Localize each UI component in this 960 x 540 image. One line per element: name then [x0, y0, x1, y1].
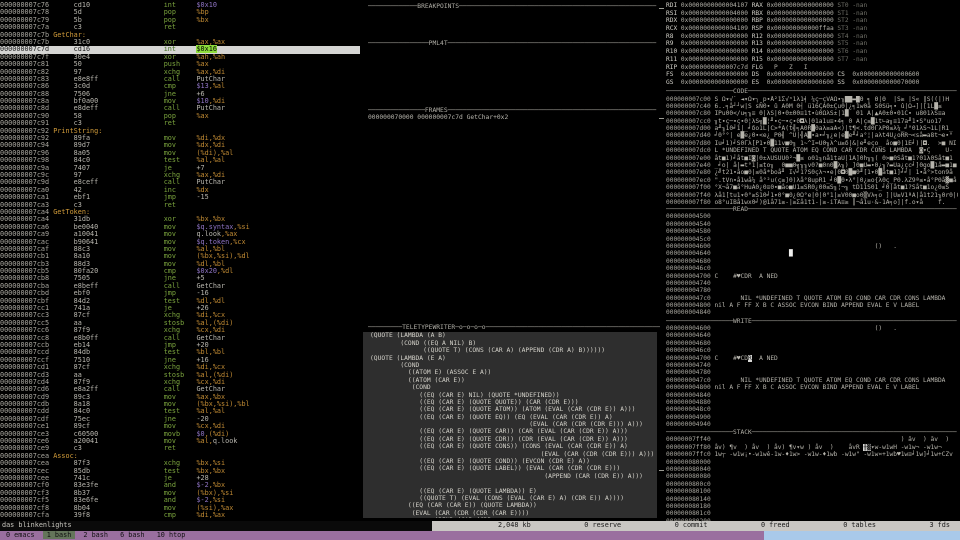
- write-header: ──────────────────WRITE─────────────────…: [666, 317, 957, 325]
- read-memory-panel[interactable]: 000000004500 000000004540 000000004580 0…: [666, 213, 958, 316]
- register-row: RSI 0x0000000000004000 RBX 0x00000000000…: [666, 9, 920, 17]
- register-row: FS 0x0000000000000000 DS 0x0000000000000…: [666, 71, 920, 79]
- breakpoints-header: ─────────────BREAKPOINTS────────────────…: [368, 2, 657, 10]
- scrollbar-tick: [659, 118, 664, 119]
- register-row: R10 0x0000000000000000 R14 0x00000000000…: [666, 48, 920, 56]
- tmux-window-tab[interactable]: 10 htop: [153, 531, 190, 539]
- registers-panel[interactable]: RDI 0x0000000000004107 RAX 0x00000000000…: [666, 2, 958, 87]
- disassembly-panel[interactable]: 000000007c76 cd10 int $0x10 000000007c78 …: [0, 2, 360, 519]
- teletypewriter-header: ─────────TELETYPEWRITER─o─o─o─o─────────…: [368, 324, 660, 332]
- tmux-window-tab[interactable]: 6 bash: [116, 531, 149, 539]
- register-row: GS 0x0000000000000000 ES 0x0000000000000…: [666, 78, 920, 86]
- register-row: R11 0x0000000000000000 R15 0x00000000000…: [666, 55, 920, 63]
- tmux-session-info: nightmare | 0.75 0.36 0.18 | Mon 5:59 pm: [763, 530, 960, 540]
- status-item: 0 commit: [674, 521, 708, 529]
- register-row: RIP 0x0000000000007c7d FLG P Z I: [666, 63, 834, 71]
- disasm-row: 000000007cfa 39f8 cmp %di,%ax: [0, 510, 226, 519]
- status-item: 0 reserve: [584, 521, 622, 529]
- status-item: 3 fds: [929, 521, 950, 529]
- app-title: das blinkenlights: [0, 521, 432, 531]
- tmux-window-tab[interactable]: 1 bash: [42, 530, 76, 539]
- frame-entry[interactable]: 000000070000 000000007c7d GetChar+0x2: [368, 114, 660, 121]
- register-row: R9 0x0000000000000000 R13 0x000000000000…: [666, 40, 920, 48]
- code-header: ──────────────────CODE──────────────────…: [666, 88, 957, 95]
- scrollbar-tick: [659, 470, 664, 471]
- stack-memory-panel[interactable]: 00000007ff40 ) åv ) åv ) 00000007ff80 åv)…: [666, 436, 958, 525]
- blinkenlights-screen: 000000007c76 cd10 int $0x10 000000007c78 …: [0, 0, 960, 540]
- teletypewriter-panel[interactable]: (QUOTE (LAMBDA (A B) (COND ((EQ A NIL) B…: [363, 332, 657, 519]
- tmux-status-bar: 0 emacs 1 bash 2 bash 6 bash 10 htop nig…: [0, 530, 960, 540]
- status-item: 2,048 kb: [498, 521, 531, 529]
- code-memory-panel[interactable]: 000000007c00 S Ω▾√` ◄▾Ω▾┐ p∙Å²1Σ√ⁿ1λ1╡ ¼…: [666, 96, 958, 207]
- tmux-window-tab[interactable]: 0 emacs: [2, 531, 39, 539]
- status-item: 0 freed: [760, 521, 790, 529]
- register-row: RDI 0x0000000000004107 RAX 0x00000000000…: [666, 2, 920, 9]
- read-header: ──────────────────READ──────────────────…: [666, 206, 957, 213]
- frames-header: ───────────────FRAMES───────────────────…: [368, 106, 657, 114]
- memory-stats: 2,048 kb 0 reserve 0 commit 0 freed 0 tables…: [432, 521, 960, 531]
- tmux-window-list: 0 emacs 1 bash 2 bash 6 bash 10 htop: [0, 530, 764, 540]
- tmux-window-tab[interactable]: 2 bash: [79, 531, 112, 539]
- register-row: R8 0x0000000000000000 R12 0x000000000000…: [666, 32, 920, 40]
- write-memory-panel[interactable]: 000000004600 () . 000000004640 0000000046…: [666, 325, 958, 428]
- status-item: 0 tables: [843, 521, 876, 529]
- scrollbar-tick: [659, 8, 664, 9]
- pml4t-header: ────────────────PML4T───────────────────…: [368, 39, 657, 47]
- status-bar: das blinkenlights 2,048 kb 0 reserve 0 com…: [0, 521, 960, 531]
- register-row: RCX 0x0000000000004109 RSP 0x00000000000…: [666, 25, 920, 33]
- register-row: RDX 0x0000000000000000 RBP 0x00000000000…: [666, 17, 920, 25]
- stack-header: ──────────────────STACK─────────────────…: [666, 429, 957, 436]
